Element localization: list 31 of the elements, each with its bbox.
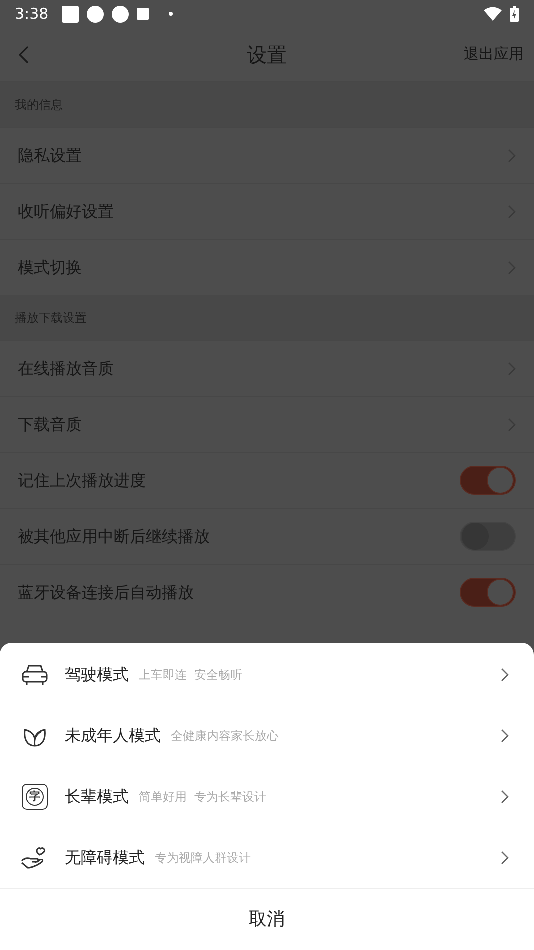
toggle-switch[interactable] [460, 578, 516, 607]
car-icon [21, 662, 49, 686]
square-notification-icon [62, 6, 79, 22]
wifi-icon [484, 7, 502, 21]
mode-option[interactable]: 驾驶模式 上车即连 安全畅听 [0, 644, 534, 705]
chevron-right-icon [501, 850, 509, 864]
mode-hint: 简单好用 专为长辈设计 [139, 788, 268, 806]
settings-row[interactable]: 蓝牙设备连接后自动播放 [0, 564, 534, 620]
cancel-button[interactable]: 取消 [239, 906, 295, 933]
page-title: 设置 [247, 42, 287, 68]
mode-hint: 全健康内容家长放心 [171, 728, 280, 744]
chevron-right-icon [501, 668, 509, 682]
exit-app-link[interactable]: 退出应用 [464, 43, 534, 66]
character-magnifier-icon: 字 [22, 784, 48, 810]
mode-option[interactable]: 字 长辈模式 简单好用 专为长辈设计 [0, 766, 534, 827]
mode-option[interactable]: 无障碍模式 专为视障人群设计 [0, 827, 534, 888]
mode-name: 未成年人模式 [65, 724, 161, 746]
row-label: 模式切换 [18, 256, 83, 278]
row-label: 蓝牙设备连接后自动播放 [18, 582, 195, 604]
mode-name: 无障碍模式 [65, 846, 145, 868]
mode-hint: 上车即连 安全畅听 [139, 666, 244, 684]
mode-name: 长辈模式 [65, 786, 129, 808]
status-time: 3:38 [15, 4, 49, 25]
chevron-right-icon [501, 790, 509, 804]
mode-hint: 专为视障人群设计 [155, 850, 252, 866]
chevron-right-icon [501, 728, 509, 742]
mode-option[interactable]: 未成年人模式 全健康内容家长放心 [0, 705, 534, 766]
mode-name: 驾驶模式 [65, 664, 129, 686]
toggle-switch[interactable] [460, 466, 516, 495]
battery-icon [510, 6, 519, 22]
toggle-switch[interactable] [460, 522, 516, 551]
